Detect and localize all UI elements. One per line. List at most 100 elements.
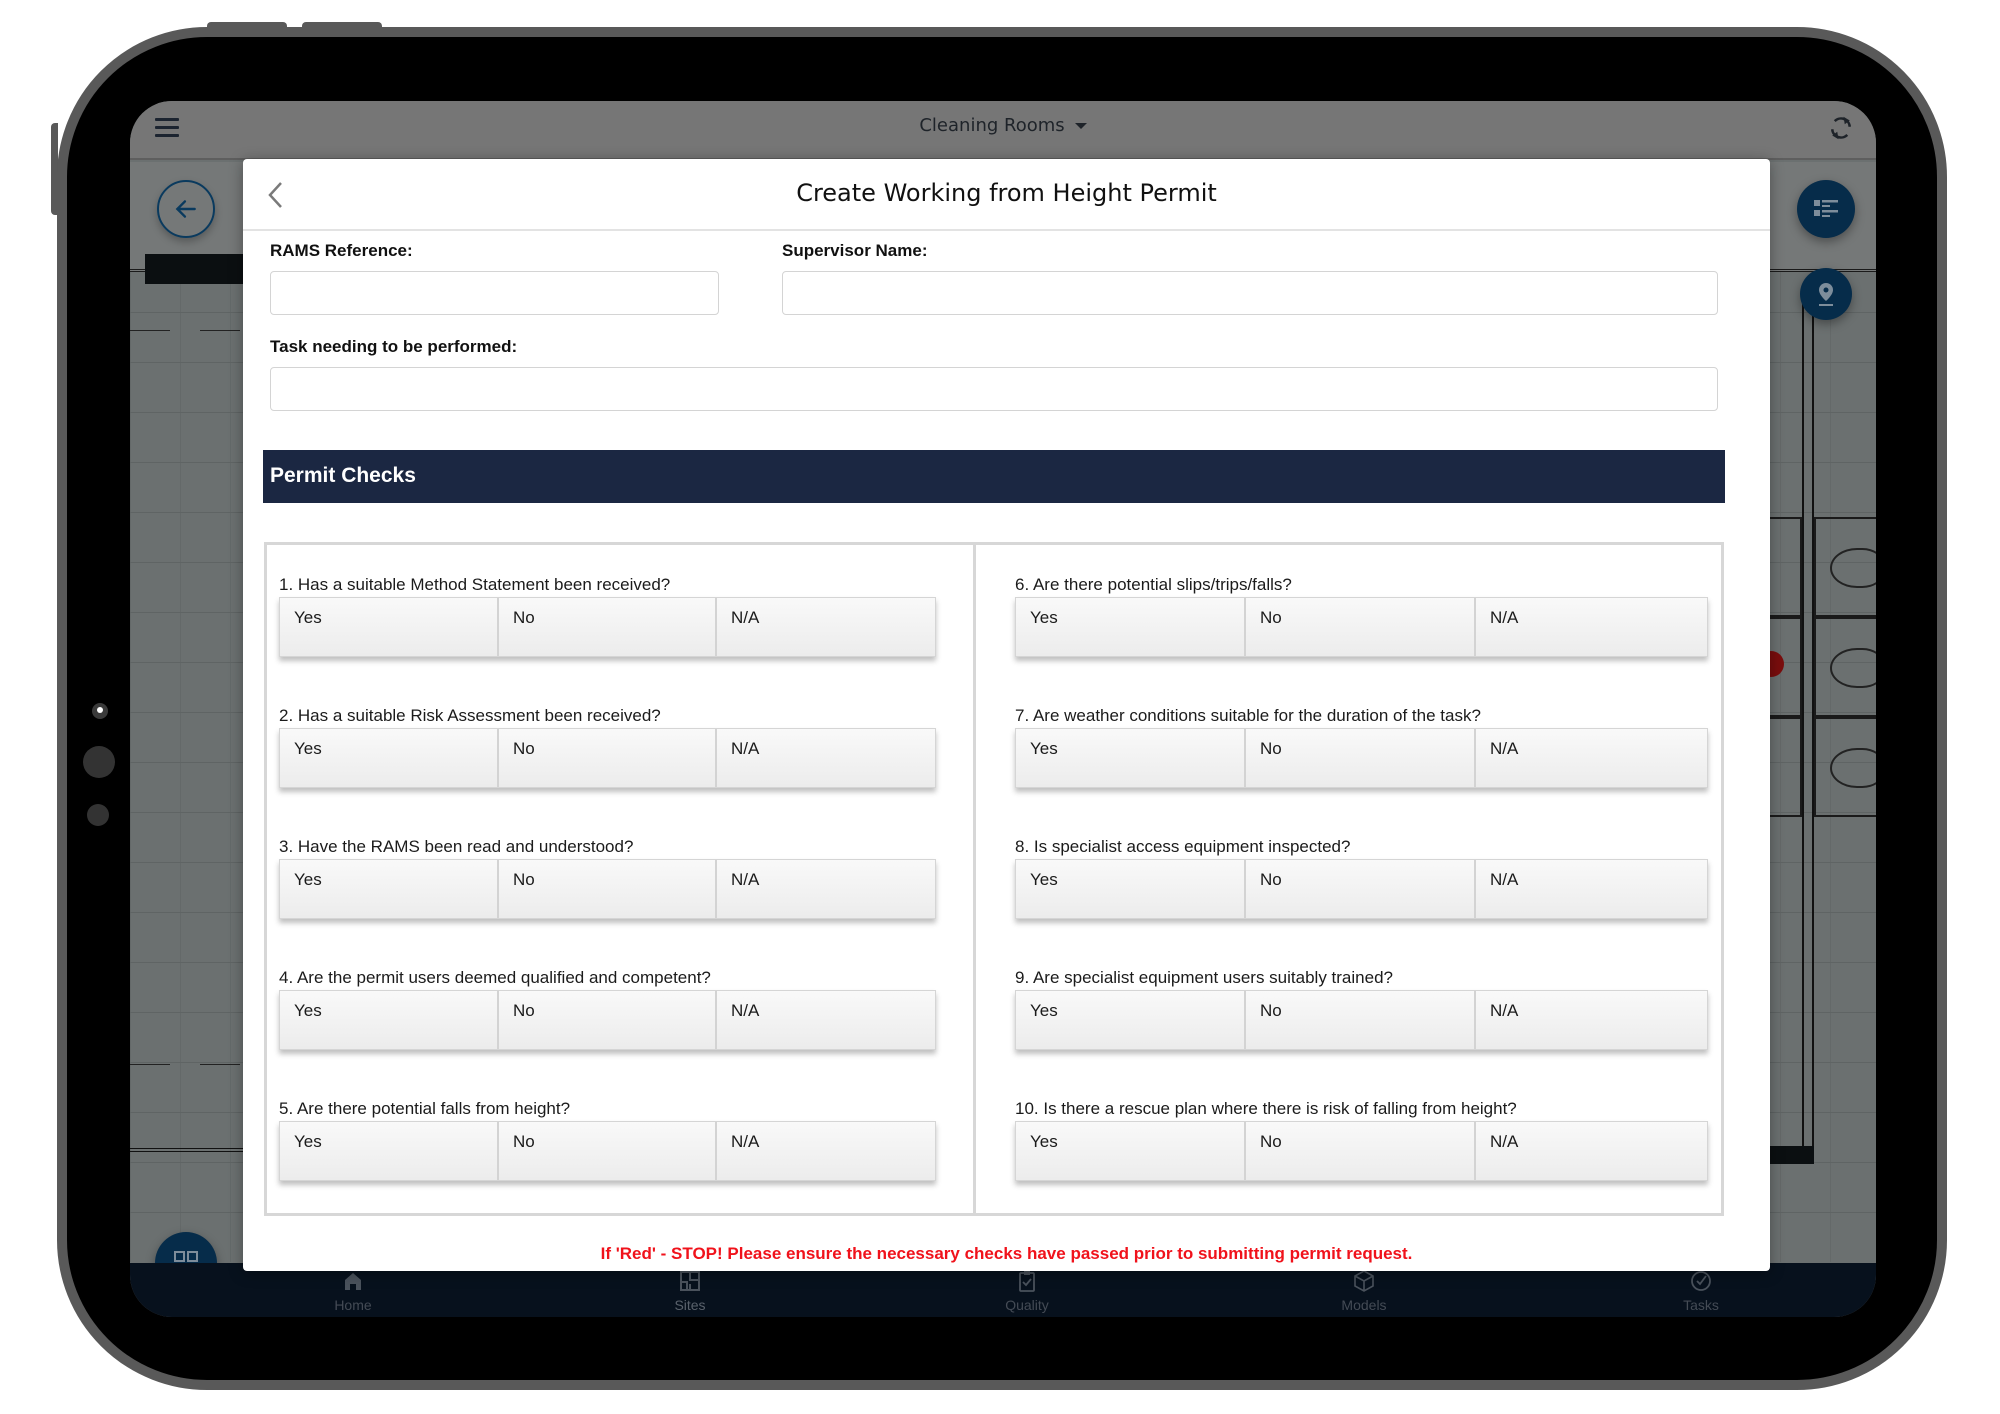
answer-yes-button[interactable]: Yes bbox=[1016, 860, 1246, 918]
answer-yes-button[interactable]: Yes bbox=[280, 991, 499, 1049]
map-toilet bbox=[1830, 548, 1876, 588]
answer-yes-button[interactable]: Yes bbox=[280, 729, 499, 787]
answer-no-button[interactable]: No bbox=[1246, 991, 1476, 1049]
permit-question: 1. Has a suitable Method Statement been … bbox=[279, 575, 936, 657]
answer-yes-button[interactable]: Yes bbox=[280, 598, 499, 656]
home-icon bbox=[345, 1273, 361, 1290]
permit-question: 7. Are weather conditions suitable for t… bbox=[1015, 706, 1708, 788]
answer-options: Yes No N/A bbox=[279, 1121, 936, 1181]
map-stall bbox=[1770, 517, 1802, 617]
answer-options: Yes No N/A bbox=[1015, 1121, 1708, 1181]
nav-label: Sites bbox=[674, 1297, 706, 1313]
rams-reference-input[interactable] bbox=[270, 271, 719, 315]
answer-yes-button[interactable]: Yes bbox=[280, 860, 499, 918]
bottom-navigation: Home Sites Quality Models Tasks bbox=[130, 1263, 1876, 1317]
permit-question: 10. Is there a rescue plan where there i… bbox=[1015, 1099, 1708, 1181]
answer-no-button[interactable]: No bbox=[499, 729, 717, 787]
rams-reference-label: RAMS Reference: bbox=[270, 241, 413, 260]
map-pin-icon bbox=[1819, 283, 1833, 306]
sensor bbox=[87, 804, 109, 826]
question-text: 10. Is there a rescue plan where there i… bbox=[1015, 1099, 1517, 1118]
sensor bbox=[83, 746, 115, 778]
answer-na-button[interactable]: N/A bbox=[717, 729, 935, 787]
map-wall-block bbox=[1770, 1146, 1814, 1164]
answer-yes-button[interactable]: Yes bbox=[1016, 729, 1246, 787]
permit-question: 9. Are specialist equipment users suitab… bbox=[1015, 968, 1708, 1050]
answer-yes-button[interactable]: Yes bbox=[1016, 598, 1246, 656]
site-selector[interactable]: Cleaning Rooms bbox=[130, 115, 1876, 136]
map-line bbox=[130, 330, 170, 331]
answer-options: Yes No N/A bbox=[1015, 728, 1708, 788]
question-text: 8. Is specialist access equipment inspec… bbox=[1015, 837, 1351, 856]
answer-no-button[interactable]: No bbox=[1246, 729, 1476, 787]
question-text: 9. Are specialist equipment users suitab… bbox=[1015, 968, 1393, 987]
answer-yes-button[interactable]: Yes bbox=[1016, 1122, 1246, 1180]
answer-no-button[interactable]: No bbox=[499, 860, 717, 918]
answer-no-button[interactable]: No bbox=[499, 991, 717, 1049]
site-selector-label: Cleaning Rooms bbox=[919, 115, 1065, 136]
nav-label: Home bbox=[334, 1297, 372, 1313]
answer-options: Yes No N/A bbox=[1015, 597, 1708, 657]
answer-no-button[interactable]: No bbox=[1246, 860, 1476, 918]
permit-modal: Create Working from Height Permit RAMS R… bbox=[243, 159, 1770, 1271]
question-text: 5. Are there potential falls from height… bbox=[279, 1099, 571, 1118]
map-stall bbox=[1770, 717, 1802, 817]
location-pin-button[interactable] bbox=[1800, 268, 1852, 320]
answer-na-button[interactable]: N/A bbox=[1476, 860, 1707, 918]
answer-yes-button[interactable]: Yes bbox=[1016, 991, 1246, 1049]
cube-icon bbox=[1354, 1270, 1374, 1292]
answer-na-button[interactable]: N/A bbox=[717, 860, 935, 918]
question-text: 3. Have the RAMS been read and understoo… bbox=[279, 837, 634, 856]
caret-down-icon bbox=[1074, 123, 1087, 129]
permit-question: 5. Are there potential falls from height… bbox=[279, 1099, 936, 1181]
modal-title: Create Working from Height Permit bbox=[796, 179, 1217, 207]
nav-item-home[interactable]: Home bbox=[293, 1269, 413, 1313]
arrow-left-icon bbox=[175, 200, 196, 218]
nav-item-sites[interactable]: Sites bbox=[630, 1269, 750, 1313]
layers-list-button[interactable] bbox=[1797, 180, 1855, 238]
answer-options: Yes No N/A bbox=[1015, 859, 1708, 919]
nav-item-quality[interactable]: Quality bbox=[967, 1269, 1087, 1313]
map-toilet bbox=[1830, 648, 1876, 688]
answer-na-button[interactable]: N/A bbox=[717, 1122, 935, 1180]
answer-no-button[interactable]: No bbox=[1246, 598, 1476, 656]
permit-question: 8. Is specialist access equipment inspec… bbox=[1015, 837, 1708, 919]
check-circle-icon bbox=[1691, 1271, 1711, 1291]
answer-options: Yes No N/A bbox=[279, 990, 936, 1050]
modal-header: Create Working from Height Permit bbox=[243, 159, 1770, 231]
map-back-button[interactable] bbox=[157, 180, 215, 238]
answer-na-button[interactable]: N/A bbox=[1476, 598, 1707, 656]
answer-na-button[interactable]: N/A bbox=[1476, 1122, 1707, 1180]
answer-na-button[interactable]: N/A bbox=[717, 991, 935, 1049]
section-title: Permit Checks bbox=[270, 464, 416, 487]
answer-na-button[interactable]: N/A bbox=[717, 598, 935, 656]
answer-no-button[interactable]: No bbox=[499, 598, 717, 656]
task-input[interactable] bbox=[270, 367, 1718, 411]
warning-message: If 'Red' - STOP! Please ensure the neces… bbox=[600, 1244, 1413, 1263]
map-line bbox=[130, 1064, 170, 1065]
answer-no-button[interactable]: No bbox=[1246, 1122, 1476, 1180]
answer-na-button[interactable]: N/A bbox=[1476, 991, 1707, 1049]
floorplan-icon bbox=[680, 1271, 700, 1291]
answer-no-button[interactable]: No bbox=[499, 1122, 717, 1180]
answer-options: Yes No N/A bbox=[279, 597, 936, 657]
answer-na-button[interactable]: N/A bbox=[1476, 729, 1707, 787]
app-header: Cleaning Rooms bbox=[130, 101, 1876, 160]
question-text: 7. Are weather conditions suitable for t… bbox=[1015, 706, 1481, 725]
nav-label: Quality bbox=[1005, 1297, 1049, 1313]
map-line bbox=[200, 1064, 240, 1065]
nav-label: Tasks bbox=[1683, 1297, 1719, 1313]
column-divider bbox=[973, 545, 976, 1213]
answer-options: Yes No N/A bbox=[279, 859, 936, 919]
supervisor-name-input[interactable] bbox=[782, 271, 1718, 315]
task-label: Task needing to be performed: bbox=[270, 337, 518, 356]
nav-item-tasks[interactable]: Tasks bbox=[1641, 1269, 1761, 1313]
permit-checks-panel: 1. Has a suitable Method Statement been … bbox=[264, 542, 1724, 1216]
supervisor-name-label: Supervisor Name: bbox=[782, 241, 928, 260]
answer-yes-button[interactable]: Yes bbox=[280, 1122, 499, 1180]
map-toilet bbox=[1830, 748, 1876, 788]
sync-icon[interactable] bbox=[1826, 113, 1856, 143]
camera bbox=[92, 703, 108, 719]
map-line bbox=[130, 1148, 245, 1152]
nav-item-models[interactable]: Models bbox=[1304, 1269, 1424, 1313]
